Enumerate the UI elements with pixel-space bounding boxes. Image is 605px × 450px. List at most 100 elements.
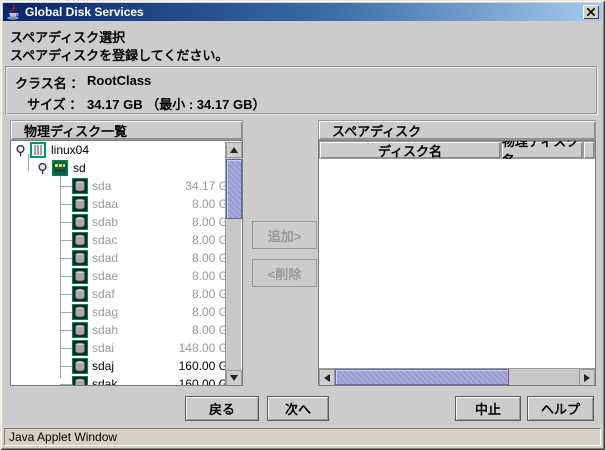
physical-disk-tree[interactable]: linux04 sd sda34.17 GB sdaa8.00 GB sdab8… [10, 140, 243, 386]
status-bar: Java Applet Window [4, 428, 601, 446]
disk-name: sdak [92, 377, 140, 386]
disk-name: sdac [92, 233, 140, 247]
tree-stub [60, 258, 72, 259]
disk-icon [72, 250, 88, 266]
class-name-label: クラス名 ： [15, 73, 83, 92]
next-button[interactable]: 次へ [267, 396, 329, 421]
disk-icon [72, 322, 88, 338]
disk-size: 148.00 GB [140, 341, 236, 355]
disk-name: sdai [92, 341, 140, 355]
tree-stub [60, 384, 72, 385]
disk-icon [72, 178, 88, 194]
scrollbar-thumb[interactable] [335, 369, 509, 385]
cancel-button[interactable]: 中止 [455, 396, 521, 421]
disk-size: 8.00 GB [140, 323, 236, 337]
scroll-right-button[interactable] [579, 369, 595, 386]
tree-node-disk[interactable]: sdaa8.00 GB [11, 195, 242, 213]
disk-size: 34.17 GB [140, 179, 236, 193]
disk-name: sdab [92, 215, 140, 229]
tree-node-disk[interactable]: sdai148.00 GB [11, 339, 242, 357]
disk-icon [72, 232, 88, 248]
tree-stub [60, 312, 72, 313]
tree-node-host[interactable]: linux04 [11, 141, 242, 159]
disk-icon [72, 340, 88, 356]
dialog-content: スペアディスク選択 スペアディスクを登録してください。 クラス名 ： RootC… [3, 21, 602, 426]
disk-name: sda [92, 179, 140, 193]
scroll-up-button[interactable] [226, 142, 242, 158]
column-header-filler [583, 141, 595, 159]
column-header-disk-name[interactable]: ディスク名 [319, 141, 501, 159]
tree-node-disk[interactable]: sdaf8.00 GB [11, 285, 242, 303]
window-title: Global Disk Services [25, 5, 144, 19]
tree-node-disk[interactable]: sdac8.00 GB [11, 231, 242, 249]
arrow-right-icon [584, 374, 590, 382]
global-disk-services-window: Global Disk Services スペアディスク選択 スペアディスクを登… [0, 0, 605, 450]
disk-icon [72, 268, 88, 284]
host-icon [30, 142, 46, 158]
disk-size: 8.00 GB [140, 197, 236, 211]
table-body-empty[interactable] [319, 159, 595, 368]
table-horizontal-scrollbar[interactable] [319, 368, 595, 385]
host-name: linux04 [51, 143, 89, 157]
tree-stub [60, 276, 72, 277]
size-label: サイズ ： [27, 94, 82, 113]
disk-icon [72, 376, 88, 386]
tree-node-disk[interactable]: sda34.17 GB [11, 177, 242, 195]
disk-size: 8.00 GB [140, 305, 236, 319]
tree-node-group[interactable]: sd [11, 159, 242, 177]
arrow-down-icon [230, 375, 238, 381]
close-icon [587, 8, 595, 16]
group-name: sd [73, 161, 86, 175]
tree-node-disk[interactable]: sdak160.00 GB [11, 375, 242, 386]
tree-stub [60, 186, 72, 187]
expand-handle-icon[interactable] [37, 163, 48, 174]
java-cup-icon [5, 4, 21, 20]
expand-handle-icon[interactable] [15, 145, 26, 156]
disk-size: 160.00 GB [140, 359, 236, 373]
disk-name: sdaj [92, 359, 140, 373]
tree-node-disk[interactable]: sdaj160.00 GB [11, 357, 242, 375]
disk-group-icon [52, 160, 68, 176]
close-button[interactable] [583, 5, 599, 19]
disk-name: sdag [92, 305, 140, 319]
spare-disk-table: ディスク名 物理ディスク名 [318, 140, 596, 386]
disk-size: 8.00 GB [140, 287, 236, 301]
tree-stub [60, 330, 72, 331]
scroll-left-button[interactable] [319, 369, 335, 386]
disk-name: sdaa [92, 197, 140, 211]
tree-node-disk[interactable]: sdad8.00 GB [11, 249, 242, 267]
status-text: Java Applet Window [9, 430, 117, 444]
remove-button[interactable]: <削除 [252, 259, 317, 287]
tree-stub [60, 366, 72, 367]
back-button[interactable]: 戻る [185, 396, 259, 421]
tree-stub [60, 294, 72, 295]
scrollbar-thumb[interactable] [226, 159, 242, 219]
tree-node-disk[interactable]: sdab8.00 GB [11, 213, 242, 231]
tree-node-disk[interactable]: sdag8.00 GB [11, 303, 242, 321]
size-value: 34.17 GB （最小 : 34.17 GB） [87, 94, 265, 113]
column-header-physical-disk-name[interactable]: 物理ディスク名 [501, 141, 583, 159]
physical-disk-list-title: 物理ディスク一覧 [10, 120, 243, 140]
tree-vertical-scrollbar[interactable] [225, 142, 241, 386]
step-instruction: スペアディスクを登録してください。 [10, 45, 228, 64]
spare-disk-title: スペアディスク [318, 120, 596, 140]
disk-size: 8.00 GB [140, 269, 236, 283]
disk-size: 8.00 GB [140, 215, 236, 229]
disk-name: sdah [92, 323, 140, 337]
disk-size: 8.00 GB [140, 233, 236, 247]
disk-icon [72, 358, 88, 374]
help-button[interactable]: ヘルプ [527, 396, 594, 421]
tree-stub [60, 240, 72, 241]
title-bar: Global Disk Services [3, 3, 602, 21]
disk-icon [72, 214, 88, 230]
tree-node-disk[interactable]: sdah8.00 GB [11, 321, 242, 339]
step-title: スペアディスク選択 [10, 27, 125, 46]
tree-stub [60, 348, 72, 349]
add-button[interactable]: 追加> [252, 221, 317, 249]
disk-name: sdad [92, 251, 140, 265]
scroll-down-button[interactable] [226, 370, 242, 386]
table-header: ディスク名 物理ディスク名 [319, 141, 595, 159]
tree-node-disk[interactable]: sdae8.00 GB [11, 267, 242, 285]
arrow-left-icon [324, 374, 330, 382]
tree-stub [60, 222, 72, 223]
